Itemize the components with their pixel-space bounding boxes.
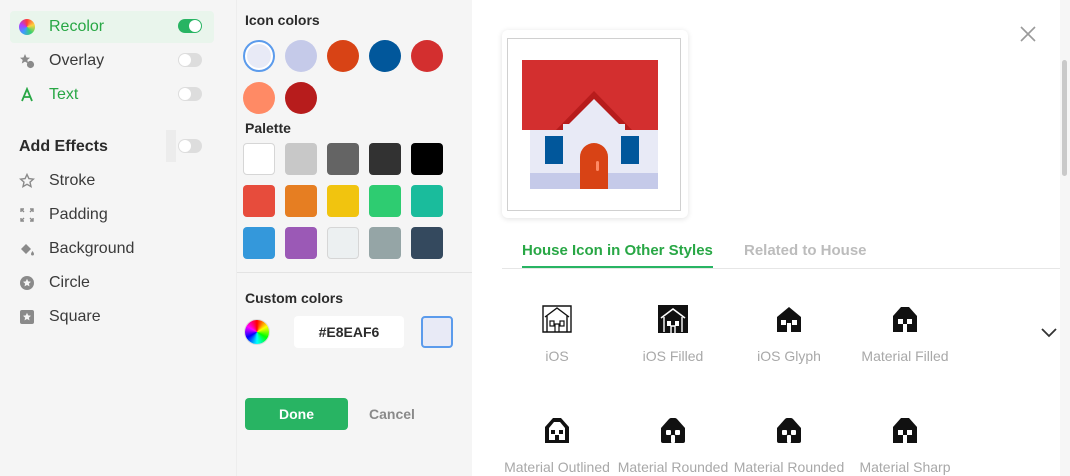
icon-color-swatch[interactable]	[285, 82, 317, 114]
icon-preview-frame	[507, 38, 681, 211]
color-panel: Icon colors Palette Custom colors Done C…	[236, 0, 474, 476]
palette-swatch[interactable]	[411, 185, 443, 217]
house-outline-icon	[542, 305, 572, 333]
effect-recolor-label: Recolor	[49, 18, 105, 35]
overlay-toggle[interactable]	[178, 53, 202, 67]
star-circle-icon	[18, 274, 36, 292]
style-item[interactable]: Material Rounded	[615, 415, 731, 475]
palette-swatch[interactable]	[285, 143, 317, 175]
close-icon[interactable]	[1018, 24, 1038, 44]
palette-swatch[interactable]	[411, 227, 443, 259]
house-material-rounded-icon	[777, 418, 801, 443]
add-effects-heading: Add Effects	[19, 138, 108, 155]
palette-swatch[interactable]	[243, 143, 275, 175]
style-item[interactable]: iOS Filled	[615, 304, 731, 364]
style-label: Material Outlined	[504, 459, 610, 475]
effect-circle[interactable]: Circle	[10, 267, 214, 299]
house-glyph-icon	[777, 307, 801, 332]
style-tabs: House Icon in Other Styles Related to Ho…	[502, 240, 1060, 269]
palette-swatch[interactable]	[327, 185, 359, 217]
palette-swatch[interactable]	[285, 227, 317, 259]
palette-swatch[interactable]	[243, 185, 275, 217]
style-label: Material Rounded	[617, 459, 729, 475]
text-icon	[18, 86, 36, 104]
star-outline-icon	[18, 172, 36, 190]
icon-color-swatch[interactable]	[243, 82, 275, 114]
add-effects-toggle[interactable]	[178, 139, 202, 153]
effect-square-label: Square	[49, 308, 101, 325]
effect-recolor[interactable]: Recolor	[10, 11, 214, 43]
effect-text-label: Text	[49, 86, 79, 103]
effect-text[interactable]: Text	[10, 79, 214, 111]
effect-circle-label: Circle	[49, 274, 90, 291]
scrollbar-thumb[interactable]	[1062, 60, 1067, 176]
icon-colors-title: Icon colors	[245, 12, 320, 28]
done-button[interactable]: Done	[245, 398, 348, 430]
style-label: iOS Glyph	[757, 348, 821, 364]
effect-background[interactable]: Background	[10, 233, 214, 265]
palette-swatch[interactable]	[327, 143, 359, 175]
style-item[interactable]: Material Filled	[847, 304, 963, 364]
icon-preview-card	[502, 30, 688, 218]
style-label: Material Filled	[861, 348, 949, 364]
style-item[interactable]: iOS Glyph	[731, 304, 847, 364]
custom-colors-title: Custom colors	[245, 290, 344, 306]
house-filled-icon	[658, 305, 688, 333]
paint-bucket-icon	[18, 240, 36, 258]
house-material-rounded-icon	[661, 418, 685, 443]
tab-related[interactable]: Related to House	[744, 242, 867, 266]
house-material-filled-icon	[893, 307, 917, 332]
preview-panel: House Icon in Other Styles Related to Ho…	[472, 0, 1060, 476]
style-label: iOS	[545, 348, 569, 364]
house-material-outlined-icon	[545, 418, 569, 443]
chevron-down-icon[interactable]	[1040, 326, 1058, 340]
palette-swatch[interactable]	[243, 227, 275, 259]
effect-square[interactable]: Square	[10, 301, 214, 333]
style-item[interactable]: Material Sharp	[847, 415, 963, 475]
recolor-toggle[interactable]	[178, 19, 202, 33]
overlay-icon	[18, 52, 36, 70]
effect-overlay[interactable]: Overlay	[10, 45, 214, 77]
icon-color-swatch[interactable]	[327, 40, 359, 72]
house-preview-icon	[522, 60, 658, 189]
style-label: Material Sharp	[859, 459, 951, 475]
cancel-button[interactable]: Cancel	[357, 398, 427, 430]
palette-title: Palette	[245, 120, 291, 136]
text-toggle[interactable]	[178, 87, 202, 101]
effects-panel: Recolor Overlay Text Add Effects Stroke …	[0, 0, 236, 476]
effect-padding[interactable]: Padding	[10, 199, 214, 231]
section-divider	[237, 272, 473, 273]
tab-other-styles[interactable]: House Icon in Other Styles	[522, 242, 713, 268]
style-label: Material Rounded	[733, 459, 845, 475]
effect-overlay-label: Overlay	[49, 52, 105, 69]
hex-color-input[interactable]	[294, 316, 404, 348]
add-effects-divider	[166, 130, 176, 162]
color-picker-icon[interactable]	[245, 320, 269, 344]
palette-swatch[interactable]	[327, 227, 359, 259]
star-square-icon	[18, 308, 36, 326]
palette-swatch[interactable]	[285, 185, 317, 217]
icon-color-swatch[interactable]	[285, 40, 317, 72]
icon-color-swatch[interactable]	[411, 40, 443, 72]
effect-background-label: Background	[49, 240, 135, 257]
style-item[interactable]: Material Rounded	[731, 415, 847, 475]
effect-stroke[interactable]: Stroke	[10, 165, 214, 197]
effect-padding-label: Padding	[49, 206, 108, 223]
style-label: iOS Filled	[642, 348, 704, 364]
palette-swatch[interactable]	[369, 227, 401, 259]
palette-swatch[interactable]	[369, 143, 401, 175]
palette-swatch[interactable]	[369, 185, 401, 217]
icon-color-swatch[interactable]	[369, 40, 401, 72]
effect-stroke-label: Stroke	[49, 172, 96, 189]
icon-color-swatch[interactable]	[243, 40, 275, 72]
palette-swatch[interactable]	[411, 143, 443, 175]
expand-arrows-icon	[18, 206, 36, 224]
style-item[interactable]: Material Outlined	[499, 415, 615, 475]
current-color-swatch[interactable]	[421, 316, 453, 348]
house-material-sharp-icon	[893, 418, 917, 443]
color-wheel-icon	[18, 18, 36, 36]
style-item[interactable]: iOS	[499, 304, 615, 364]
